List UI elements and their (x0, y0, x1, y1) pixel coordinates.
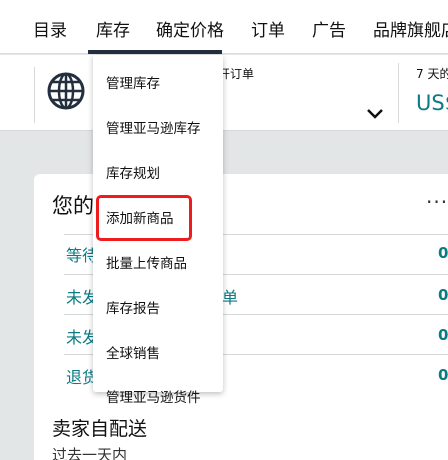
row-value-unshipped-2[interactable]: 0 (438, 326, 448, 344)
nav-item-brand-store[interactable]: 品牌旗舰店 (373, 16, 448, 41)
row-value-unshipped[interactable]: 0 (438, 286, 448, 304)
menu-item-manage-fba-inventory[interactable]: 管理亚马逊库存 (106, 117, 201, 137)
menu-item-inventory-reports[interactable]: 库存报告 (106, 297, 160, 317)
active-tab-indicator (88, 50, 222, 54)
row-label-unshipped-tail[interactable]: 单 (222, 284, 238, 308)
top-nav: 目录 库存 确定价格 订单 广告 品牌旗舰店 (0, 0, 448, 54)
sales-value[interactable]: US$ (416, 91, 448, 115)
more-options-icon[interactable]: ··· (426, 190, 448, 214)
divider (34, 67, 35, 123)
nav-item-advertising[interactable]: 广告 (312, 16, 346, 41)
nav-item-catalog[interactable]: 目录 (33, 16, 67, 41)
nav-item-pricing[interactable]: 确定价格 (156, 16, 224, 41)
section-title: 卖家自配送 (52, 418, 148, 440)
section-subtitle: 过去一天内 (52, 446, 128, 460)
sales-period-label: 7 天的 (416, 67, 448, 81)
menu-item-bulk-upload[interactable]: 批量上传商品 (106, 252, 187, 272)
globe-icon[interactable] (46, 71, 86, 111)
menu-item-global-selling[interactable]: 全球销售 (106, 342, 160, 362)
card-title: 您的 (52, 194, 94, 218)
row-value-returns[interactable]: 0 (438, 366, 448, 384)
stats-bar: 开订单 7 天的 US$ (0, 55, 448, 131)
highlight-box (96, 195, 192, 241)
nav-item-orders[interactable]: 订单 (251, 16, 285, 41)
menu-item-manage-inventory[interactable]: 管理库存 (106, 72, 160, 92)
chevron-down-icon[interactable] (366, 107, 384, 121)
menu-item-manage-fba-shipments[interactable]: 管理亚马逊货件 (106, 386, 201, 406)
row-value-pending[interactable]: 0 (438, 244, 448, 262)
divider (398, 63, 399, 123)
nav-item-inventory[interactable]: 库存 (96, 16, 130, 41)
menu-item-inventory-planning[interactable]: 库存规划 (106, 162, 160, 182)
open-orders-label: 开订单 (218, 67, 255, 81)
